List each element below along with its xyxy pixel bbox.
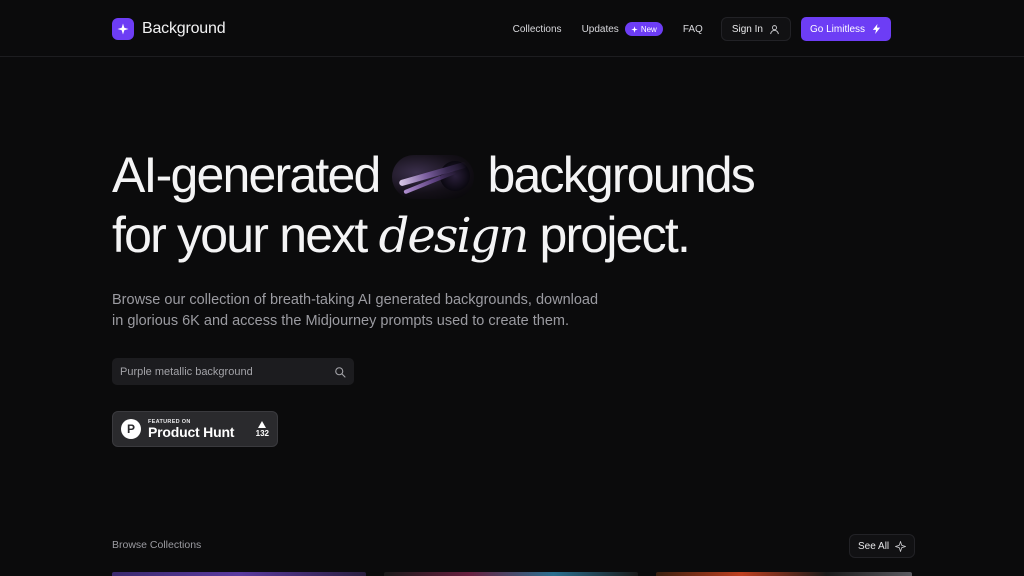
sign-in-label: Sign In: [731, 23, 763, 35]
hero-metallic-image: [391, 155, 474, 199]
hero-title-part-3: for your next: [112, 207, 368, 263]
see-all-button[interactable]: See All: [849, 534, 916, 558]
product-hunt-votes: 132: [255, 420, 269, 438]
new-badge-label: New: [640, 24, 657, 34]
page: Background Collections Updates New FAQ S…: [0, 0, 1024, 576]
sparkle-icon: [895, 540, 907, 552]
collection-thumbnail[interactable]: [384, 572, 638, 576]
nav-updates-link[interactable]: Updates New: [582, 22, 663, 36]
site-header: Background Collections Updates New FAQ S…: [0, 0, 1024, 57]
browse-collections-heading: Browse Collections: [112, 539, 202, 551]
brand-name: Background: [142, 20, 226, 37]
product-hunt-text: FEATURED ON Product Hunt: [148, 419, 234, 440]
upvote-arrow-icon: [258, 420, 267, 428]
search-bar: [112, 358, 354, 385]
user-icon: [770, 24, 779, 34]
hero-subtitle: Browse our collection of breath-taking A…: [112, 292, 599, 329]
lightning-icon: [872, 23, 881, 35]
collection-thumbnail[interactable]: [112, 572, 366, 576]
hero-title-part-1: AI-generated: [112, 147, 381, 203]
brand-logo[interactable]: Background: [112, 18, 226, 40]
go-limitless-button[interactable]: Go Limitless: [800, 17, 891, 41]
nav-collections-link[interactable]: Collections: [513, 24, 562, 35]
search-input[interactable]: [120, 365, 334, 378]
product-hunt-logo-icon: P: [121, 419, 141, 439]
hero-title-line-1: AI-generated backgrounds: [112, 145, 872, 205]
main-nav: Collections Updates New FAQ Sign In Go L…: [513, 17, 891, 41]
product-hunt-name: Product Hunt: [148, 423, 235, 440]
product-hunt-badge[interactable]: P FEATURED ON Product Hunt 132: [112, 411, 278, 447]
new-badge: New: [624, 22, 663, 36]
hero-title-part-4: project.: [539, 207, 690, 263]
nav-faq-link[interactable]: FAQ: [683, 24, 703, 35]
product-hunt-vote-count: 132: [255, 428, 269, 438]
hero-title-line-2: for your next design project.: [112, 205, 872, 266]
sparkle-logo-icon: [112, 18, 134, 40]
collection-thumbnails: [112, 572, 912, 576]
hero-title: AI-generated backgrounds for your next de…: [112, 145, 872, 266]
sign-in-button[interactable]: Sign In: [720, 17, 791, 41]
hero-title-italic: design: [378, 208, 530, 264]
go-limitless-label: Go Limitless: [809, 23, 865, 35]
collection-thumbnail[interactable]: [656, 572, 912, 576]
sparkle-icon: [631, 25, 638, 33]
search-icon[interactable]: [334, 366, 346, 378]
hero-title-part-2: backgrounds: [487, 147, 756, 203]
see-all-label: See All: [858, 540, 890, 552]
nav-updates-label: Updates: [581, 23, 619, 35]
